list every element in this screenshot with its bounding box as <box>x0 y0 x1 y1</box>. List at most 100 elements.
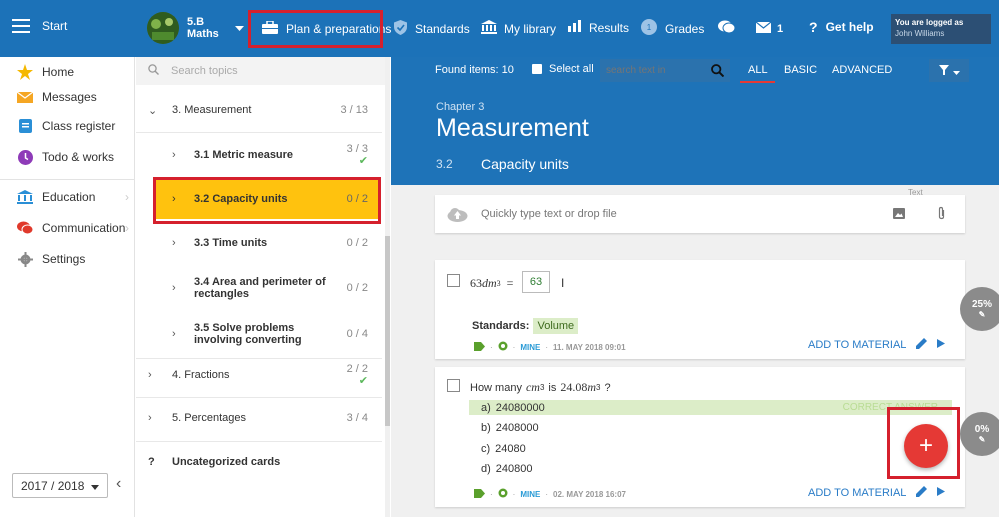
topic-search[interactable]: Search topics <box>136 57 390 85</box>
user-name: John Williams <box>895 29 945 38</box>
play-icon[interactable] <box>937 339 946 351</box>
class-selector[interactable]: 5.B Maths <box>147 12 244 44</box>
inbox-button[interactable]: 1 <box>755 21 783 36</box>
user-box[interactable]: You are logged as John Williams <box>891 14 991 44</box>
sidebar-item-communication[interactable]: Communication › <box>0 213 135 243</box>
check-icon: ✔ <box>358 155 368 167</box>
grades-tab[interactable]: 1 Grades <box>641 19 704 38</box>
question-text: is <box>548 381 557 394</box>
clock-icon <box>16 148 34 166</box>
filter-basic[interactable]: BASIC <box>784 64 817 76</box>
chevron-right-icon: › <box>172 149 176 161</box>
pencil-icon[interactable] <box>916 338 928 352</box>
topic-row-area-perimeter[interactable]: › 3.4 Area and perimeter of rectangles 0… <box>136 271 382 305</box>
search-icon[interactable] <box>711 64 725 80</box>
star-icon <box>16 63 34 81</box>
section-number: 3.2 <box>436 157 453 171</box>
sidebar-item-settings[interactable]: Settings <box>0 244 135 274</box>
filter-dropdown-button[interactable] <box>929 59 969 82</box>
answer-input[interactable]: 63 <box>522 271 550 293</box>
library-tab[interactable]: My library <box>481 20 556 37</box>
sidebar-item-label: Settings <box>42 252 86 266</box>
meta-dot: · <box>512 342 516 352</box>
topic-row-metric-measure[interactable]: › 3.1 Metric measure 3 / 3 ✔ <box>136 143 382 167</box>
add-card-button[interactable]: + <box>904 424 948 468</box>
chat-bubbles-icon <box>718 20 736 37</box>
top-bar: Start 5.B Maths Plan & preparations Stan… <box>0 0 999 57</box>
topic-row-time-units[interactable]: › 3.3 Time units 0 / 2 <box>136 231 382 255</box>
globe-icon[interactable] <box>498 488 508 500</box>
answer-option[interactable]: b) 2408000 <box>469 420 952 435</box>
topic-row-solve-problems[interactable]: › 3.5 Solve problems involving convertin… <box>136 317 382 351</box>
text-cursor: I <box>561 276 565 290</box>
text-search-input[interactable] <box>606 62 706 79</box>
topic-label: 3.1 Metric measure <box>194 149 294 161</box>
text-search[interactable] <box>600 59 730 82</box>
topics-scroll-thumb[interactable] <box>385 236 390 426</box>
card-checkbox[interactable] <box>447 379 460 392</box>
add-to-material-button[interactable]: ADD TO MATERIAL <box>808 486 946 500</box>
topic-row-capacity-units[interactable]: › 3.2 Capacity units 0 / 2 <box>136 187 382 211</box>
option-letter: d) <box>481 462 491 475</box>
start-menu[interactable]: Start <box>12 19 67 33</box>
pencil-icon[interactable] <box>916 486 928 500</box>
chevron-right-icon: › <box>172 237 176 249</box>
quick-input-card[interactable]: Quickly type text or drop file <box>435 195 965 233</box>
plan-preparations-tab[interactable]: Plan & preparations <box>252 14 391 44</box>
topic-divider <box>136 132 382 133</box>
answer-option[interactable]: c) 24080 <box>469 441 952 456</box>
answer-option[interactable]: a) 24080000 CORRECT ANSWER <box>469 400 952 415</box>
paperclip-icon[interactable] <box>937 206 946 224</box>
sidebar-item-education[interactable]: Education › <box>0 182 135 212</box>
shield-check-icon <box>394 20 407 38</box>
collapse-chevron-icon[interactable]: ‹ <box>116 475 121 493</box>
progress-button[interactable]: 25% ✎ <box>960 287 999 331</box>
found-items: Found items: 10 <box>435 64 514 76</box>
chat-button[interactable] <box>718 20 736 37</box>
pencil-icon: ✎ <box>978 310 986 319</box>
answer-option[interactable]: d) 240800 <box>469 461 952 476</box>
chevron-down-icon: ⌄ <box>148 104 158 117</box>
standard-tag[interactable]: Volume <box>533 318 579 334</box>
topic-label: Uncategorized cards <box>172 456 281 468</box>
sidebar-item-label: Education <box>42 190 96 204</box>
meta-dot: · <box>490 489 493 499</box>
topic-row-measurement[interactable]: ⌄ 3. Measurement 3 / 13 <box>136 99 382 121</box>
help-button[interactable]: ? Get help <box>809 19 874 35</box>
topic-count-value: 2 / 2 <box>346 363 368 375</box>
sidebar-item-messages[interactable]: Messages <box>0 82 135 112</box>
select-all[interactable]: Select all <box>532 63 594 75</box>
image-icon[interactable] <box>893 208 905 222</box>
topic-row-fractions[interactable]: › 4. Fractions 2 / 2 ✔ <box>136 362 382 388</box>
year-value: 2017 / 2018 <box>21 478 85 493</box>
progress-button[interactable]: 0% ✎ <box>960 412 999 456</box>
card-meta: · · MINE · 11. MAY 2018 09:01 <box>474 341 626 353</box>
chevron-right-icon: › <box>172 193 176 205</box>
standards-tab[interactable]: Standards <box>394 20 470 38</box>
plan-label: Plan & preparations <box>286 22 392 36</box>
question-unit: cm <box>525 380 540 394</box>
results-label: Results <box>589 20 630 35</box>
sidebar-item-class-register[interactable]: Class register <box>0 111 135 141</box>
tag-icon[interactable] <box>474 341 485 353</box>
topic-count: 0 / 2 <box>346 237 368 249</box>
year-selector[interactable]: 2017 / 2018 <box>12 473 108 498</box>
meta-dot: · <box>545 342 549 352</box>
sidebar-item-label: Todo & works <box>42 150 115 164</box>
select-all-checkbox[interactable] <box>532 64 542 74</box>
sidebar-item-todo[interactable]: Todo & works <box>0 142 135 172</box>
topic-count: 0 / 2 <box>346 193 368 205</box>
card-checkbox[interactable] <box>447 274 460 287</box>
topic-count: 3 / 3 ✔ <box>347 143 368 167</box>
filter-advanced[interactable]: ADVANCED <box>832 64 892 76</box>
tag-icon[interactable] <box>474 488 485 500</box>
results-tab[interactable]: Results <box>568 20 629 35</box>
standards-label: Standards: <box>472 320 530 332</box>
topic-label: 4. Fractions <box>172 369 230 381</box>
filter-all[interactable]: ALL <box>748 64 768 76</box>
globe-icon[interactable] <box>498 341 508 353</box>
topic-row-percentages[interactable]: › 5. Percentages 3 / 4 <box>136 407 382 429</box>
play-icon[interactable] <box>937 487 946 499</box>
topic-row-uncategorized[interactable]: ? Uncategorized cards <box>136 451 382 473</box>
add-to-material-button[interactable]: ADD TO MATERIAL <box>808 338 946 352</box>
